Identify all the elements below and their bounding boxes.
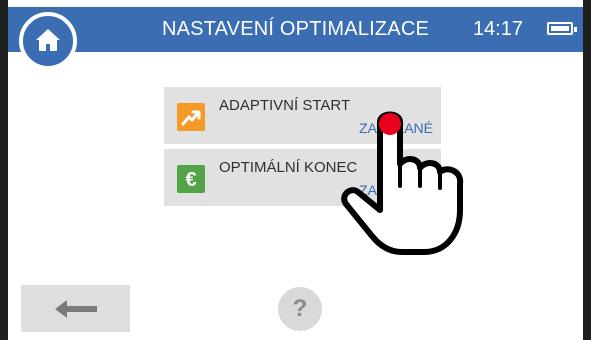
trend-up-icon: [177, 103, 205, 131]
home-icon: [36, 29, 60, 51]
arrow-left-icon: [55, 300, 97, 318]
euro-icon: €: [177, 165, 205, 193]
tap-indicator: [379, 113, 401, 135]
title-bar: NASTAVENÍ OPTIMALIZACE 14:17: [8, 7, 583, 52]
setting-label: ADAPTIVNÍ START: [219, 97, 351, 114]
back-button[interactable]: [21, 285, 130, 332]
setting-label: OPTIMÁLNÍ KONEC: [219, 159, 358, 176]
svg-text:€: €: [185, 169, 196, 191]
home-button[interactable]: [19, 12, 77, 70]
battery-icon: [547, 22, 577, 35]
clock: 14:17: [472, 18, 523, 40]
pointing-hand-icon: [341, 111, 464, 255]
help-button[interactable]: ?: [278, 287, 322, 331]
